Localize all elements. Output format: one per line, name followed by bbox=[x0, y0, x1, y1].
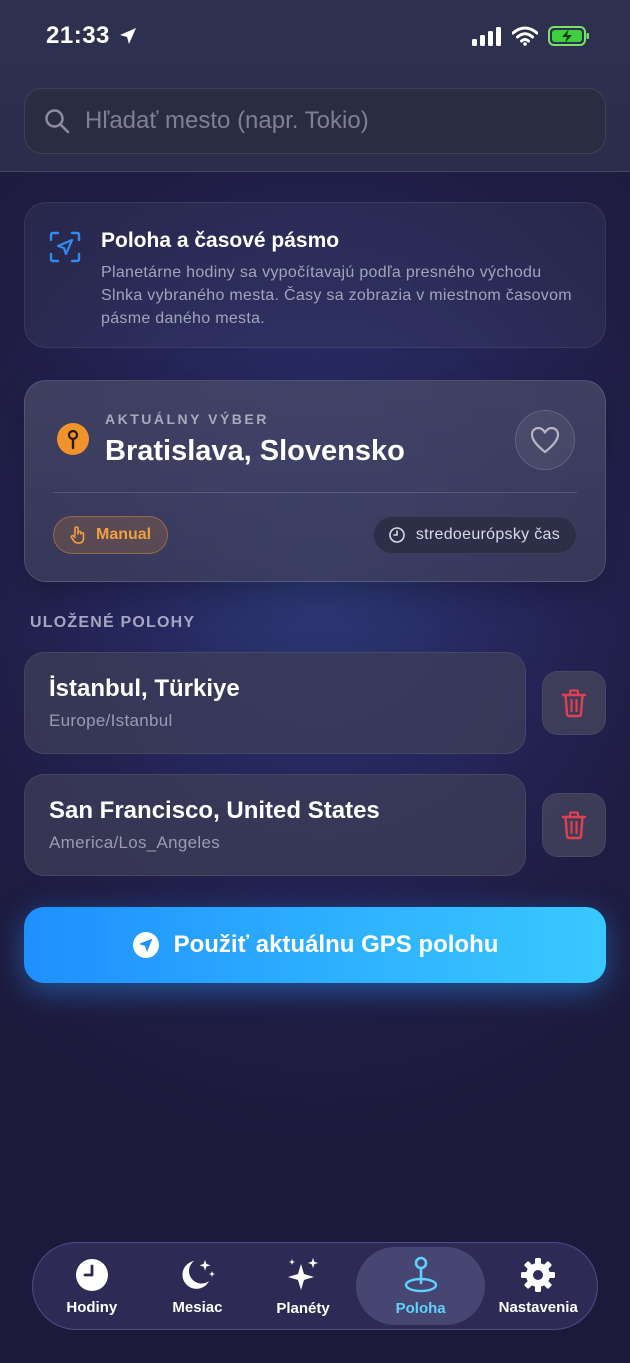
tab-label: Hodiny bbox=[66, 1298, 118, 1316]
tab-label: Mesiac bbox=[172, 1298, 223, 1316]
gear-icon bbox=[521, 1257, 556, 1292]
info-card: Poloha a časové pásmo Planetárne hodiny … bbox=[24, 202, 606, 348]
tab-nastavenia[interactable]: Nastavenia bbox=[485, 1247, 591, 1325]
signal-icon bbox=[472, 27, 501, 46]
status-icons bbox=[472, 25, 590, 47]
battery-charging-icon bbox=[548, 26, 589, 46]
location-scan-icon bbox=[49, 231, 81, 263]
saved-locations-title: ULOŽENÉ POLOHY bbox=[30, 614, 196, 631]
status-time: 21:33 bbox=[46, 22, 138, 50]
favorite-button[interactable] bbox=[515, 410, 575, 470]
use-gps-label: Použiť aktuálnu GPS polohu bbox=[173, 931, 499, 958]
manual-mode-badge: Manual bbox=[53, 516, 169, 554]
timezone-text: stredoeurópsky čas bbox=[415, 526, 560, 543]
info-text: Planetárne hodiny sa vypočítavajú podľa … bbox=[101, 264, 572, 327]
search-icon bbox=[45, 109, 70, 134]
current-selection-card: AKTUÁLNY VÝBER Bratislava, Slovensko Man… bbox=[24, 380, 606, 582]
delete-button[interactable] bbox=[542, 671, 606, 735]
clock-icon bbox=[389, 527, 405, 543]
saved-location-name: İstanbul, Türkiye bbox=[49, 675, 240, 702]
saved-location-timezone: Europe/Istanbul bbox=[49, 711, 173, 730]
delete-button[interactable] bbox=[542, 793, 606, 857]
sparkles-icon bbox=[288, 1257, 319, 1290]
manual-mode-text: Manual bbox=[96, 526, 152, 543]
tab-poloha[interactable]: Poloha bbox=[355, 1247, 486, 1325]
tab-label: Poloha bbox=[395, 1299, 446, 1317]
location-arrow-circle-icon bbox=[132, 932, 159, 958]
info-title: Poloha a časové pásmo bbox=[101, 229, 340, 252]
search-input[interactable] bbox=[85, 107, 565, 135]
current-selection-label: AKTUÁLNY VÝBER bbox=[105, 411, 269, 427]
clock-icon bbox=[75, 1258, 108, 1291]
wifi-icon bbox=[512, 26, 538, 46]
search-bar[interactable] bbox=[24, 88, 606, 154]
map-pin-icon bbox=[57, 423, 89, 455]
tab-label: Nastavenia bbox=[498, 1298, 578, 1316]
tab-mesiac[interactable]: Mesiac bbox=[145, 1247, 251, 1325]
timezone-badge: stredoeurópsky čas bbox=[372, 516, 577, 554]
location-arrow-icon bbox=[119, 28, 136, 44]
hand-tap-icon bbox=[70, 526, 85, 544]
current-city: Bratislava, Slovensko bbox=[105, 435, 405, 467]
divider bbox=[53, 492, 577, 493]
use-gps-button[interactable]: Použiť aktuálnu GPS polohu bbox=[24, 907, 606, 983]
saved-location-name: San Francisco, United States bbox=[49, 797, 380, 824]
moon-stars-icon bbox=[182, 1259, 216, 1289]
tab-hodiny[interactable]: Hodiny bbox=[39, 1247, 145, 1325]
saved-location-timezone: America/Los_Angeles bbox=[49, 833, 221, 852]
saved-location-item[interactable]: İstanbul, Türkiye Europe/Istanbul bbox=[24, 652, 526, 754]
trash-icon bbox=[561, 689, 587, 718]
tab-bar: Hodiny Mesiac Planéty Poloha Nastavenia bbox=[32, 1242, 598, 1330]
info-body: Poloha a časové pásmo Planetárne hodiny … bbox=[101, 227, 581, 347]
tab-label: Planéty bbox=[276, 1299, 330, 1317]
trash-icon bbox=[561, 811, 587, 840]
status-bar: 21:33 bbox=[0, 0, 630, 72]
heart-icon bbox=[530, 426, 560, 454]
time-text: 21:33 bbox=[46, 22, 110, 49]
location-pin-icon bbox=[404, 1256, 437, 1292]
saved-location-item[interactable]: San Francisco, United States America/Los… bbox=[24, 774, 526, 876]
tab-planety[interactable]: Planéty bbox=[250, 1247, 356, 1325]
